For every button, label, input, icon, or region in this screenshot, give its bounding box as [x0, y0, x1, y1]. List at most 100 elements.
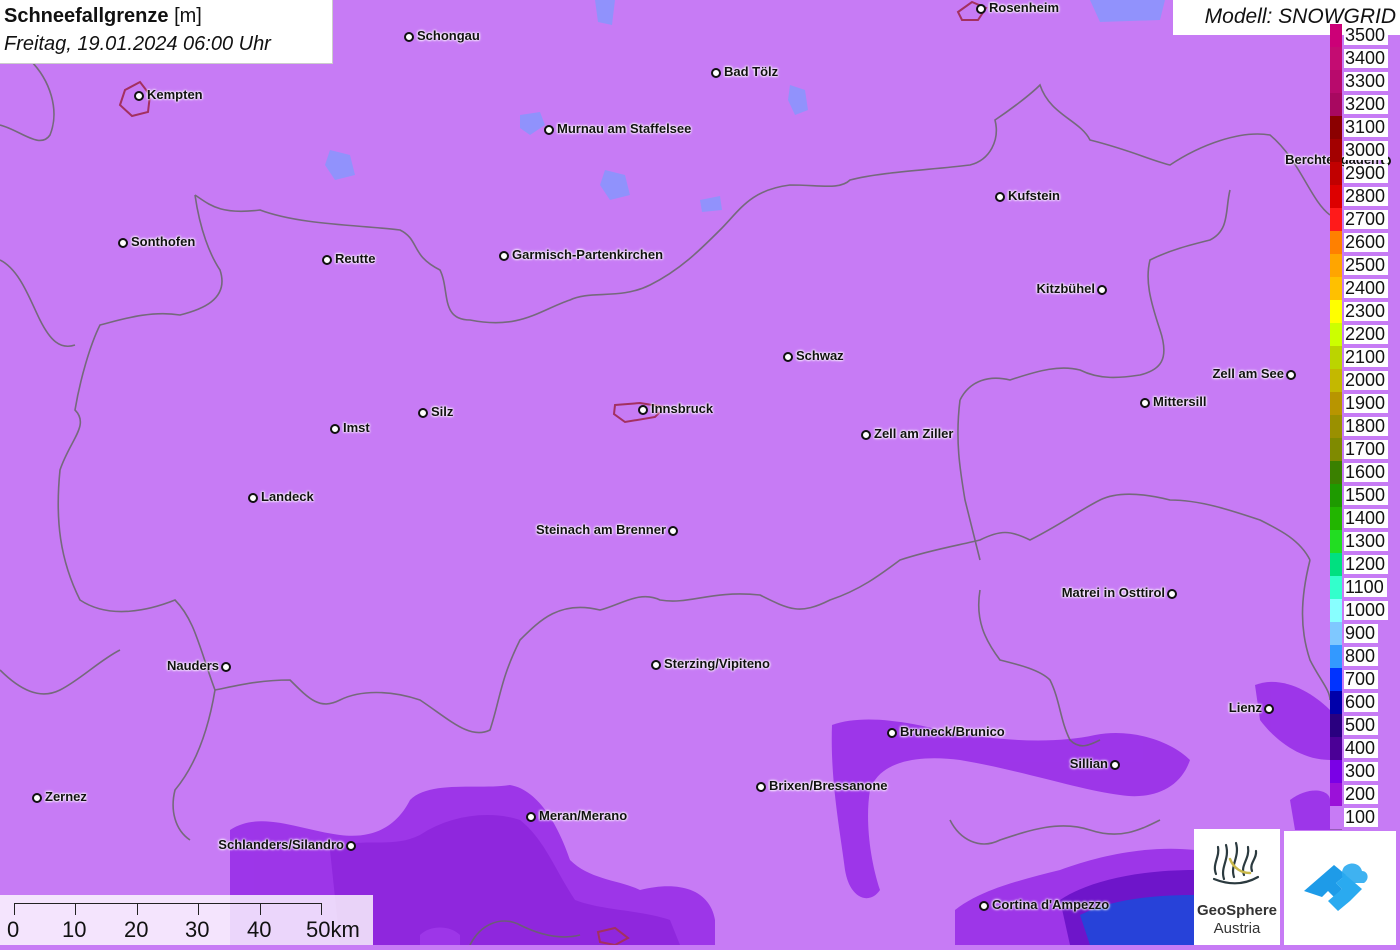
scale-label: 0	[7, 917, 20, 942]
city-label: Lienz	[1228, 700, 1262, 715]
legend-row: 2500	[1328, 254, 1400, 278]
scale-tick	[14, 903, 15, 915]
legend-swatch	[1330, 70, 1342, 94]
city-marker[interactable]	[711, 68, 721, 78]
city-marker[interactable]	[134, 91, 144, 101]
city-marker[interactable]	[1264, 704, 1274, 714]
legend-swatch	[1330, 691, 1342, 715]
legend-label: 2500	[1344, 256, 1389, 275]
city-marker[interactable]	[221, 662, 231, 672]
city-label: Schongau	[417, 28, 480, 43]
legend-row: 200	[1328, 783, 1400, 807]
geosphere-logo[interactable]: GeoSphere Austria	[1194, 829, 1280, 945]
legend-row: 3100	[1328, 116, 1400, 140]
city-marker[interactable]	[1167, 589, 1177, 599]
city-marker[interactable]	[976, 4, 986, 14]
scale-label: 30	[185, 917, 210, 942]
city-marker[interactable]	[861, 430, 871, 440]
city-marker[interactable]	[1140, 398, 1150, 408]
legend-swatch	[1330, 530, 1342, 554]
city-marker[interactable]	[32, 793, 42, 803]
legend-swatch	[1330, 116, 1342, 140]
city-label: Rosenheim	[989, 0, 1060, 15]
snowgrid-logo[interactable]	[1284, 831, 1396, 945]
city-marker[interactable]	[248, 493, 258, 503]
city-label: Sillian	[1069, 756, 1108, 771]
city-marker[interactable]	[979, 901, 989, 911]
city-marker[interactable]	[783, 352, 793, 362]
city-marker[interactable]	[346, 841, 356, 851]
legend-row: 800	[1328, 645, 1400, 669]
city-marker[interactable]	[887, 728, 897, 738]
city-marker[interactable]	[418, 408, 428, 418]
geosphere-logo-line2: Austria	[1213, 920, 1261, 937]
legend-label: 1300	[1344, 532, 1389, 551]
city-label: Sonthofen	[131, 234, 196, 249]
legend-label: 1700	[1344, 440, 1389, 459]
scale-label: 10	[62, 917, 87, 942]
city-marker[interactable]	[544, 125, 554, 135]
city-label: Garmisch-Partenkirchen	[512, 247, 664, 262]
scale-tick	[198, 903, 199, 915]
city-marker[interactable]	[118, 238, 128, 248]
legend-swatch	[1330, 507, 1342, 531]
legend-swatch	[1330, 185, 1342, 209]
scale-tick	[75, 903, 76, 915]
city-label: Bad Tölz	[724, 64, 779, 79]
city-marker[interactable]	[651, 660, 661, 670]
legend-row: 3400	[1328, 47, 1400, 71]
legend-row: 2700	[1328, 208, 1400, 232]
city-label: Zernez	[45, 789, 87, 804]
map-datetime: Freitag, 19.01.2024 06:00 Uhr	[4, 33, 271, 55]
legend-label: 2800	[1344, 187, 1389, 206]
city-marker[interactable]	[404, 32, 414, 42]
legend-swatch	[1330, 277, 1342, 301]
legend-swatch	[1330, 645, 1342, 669]
scale-tick	[260, 903, 261, 915]
legend-row: 500	[1328, 714, 1400, 738]
city-label: Brixen/Bressanone	[769, 778, 888, 793]
city-label: Nauders	[166, 658, 219, 673]
legend-swatch	[1330, 668, 1342, 692]
legend-label: 2100	[1344, 348, 1389, 367]
legend-row: 2600	[1328, 231, 1400, 255]
legend-row: 2800	[1328, 185, 1400, 209]
legend-label: 900	[1344, 624, 1379, 643]
city-marker[interactable]	[322, 255, 332, 265]
map-title: Schneefallgrenze [m]	[4, 5, 202, 28]
legend-label: 600	[1344, 693, 1379, 712]
legend-swatch	[1330, 553, 1342, 577]
city-label: Cortina d'Ampezzo	[992, 897, 1110, 912]
city-marker[interactable]	[330, 424, 340, 434]
city-marker[interactable]	[668, 526, 678, 536]
legend-label: 200	[1344, 785, 1379, 804]
city-marker[interactable]	[1097, 285, 1107, 295]
city-marker[interactable]	[526, 812, 536, 822]
legend-swatch	[1330, 622, 1342, 646]
legend-row: 1700	[1328, 438, 1400, 462]
legend-label: 800	[1344, 647, 1379, 666]
city-label: Murnau am Staffelsee	[557, 121, 692, 136]
legend-row: 1600	[1328, 461, 1400, 485]
city-marker[interactable]	[499, 251, 509, 261]
legend-label: 3200	[1344, 95, 1389, 114]
legend-row: 3300	[1328, 70, 1400, 94]
city-label: Zell am See	[1212, 366, 1284, 381]
city-marker[interactable]	[995, 192, 1005, 202]
scale-tick	[321, 903, 322, 915]
city-marker[interactable]	[1110, 760, 1120, 770]
city-label: Innsbruck	[651, 401, 714, 416]
legend-swatch	[1330, 392, 1342, 416]
legend-row: 600	[1328, 691, 1400, 715]
legend-swatch	[1330, 369, 1342, 393]
snowfall-limit-map[interactable]	[0, 0, 1400, 945]
legend-row: 1900	[1328, 392, 1400, 416]
city-label: Zell am Ziller	[874, 426, 954, 441]
legend-label: 3500	[1344, 26, 1389, 45]
legend-row: 900	[1328, 622, 1400, 646]
city-marker[interactable]	[756, 782, 766, 792]
legend-label: 2900	[1344, 164, 1389, 183]
legend-swatch	[1330, 484, 1342, 508]
city-marker[interactable]	[638, 405, 648, 415]
city-marker[interactable]	[1286, 370, 1296, 380]
